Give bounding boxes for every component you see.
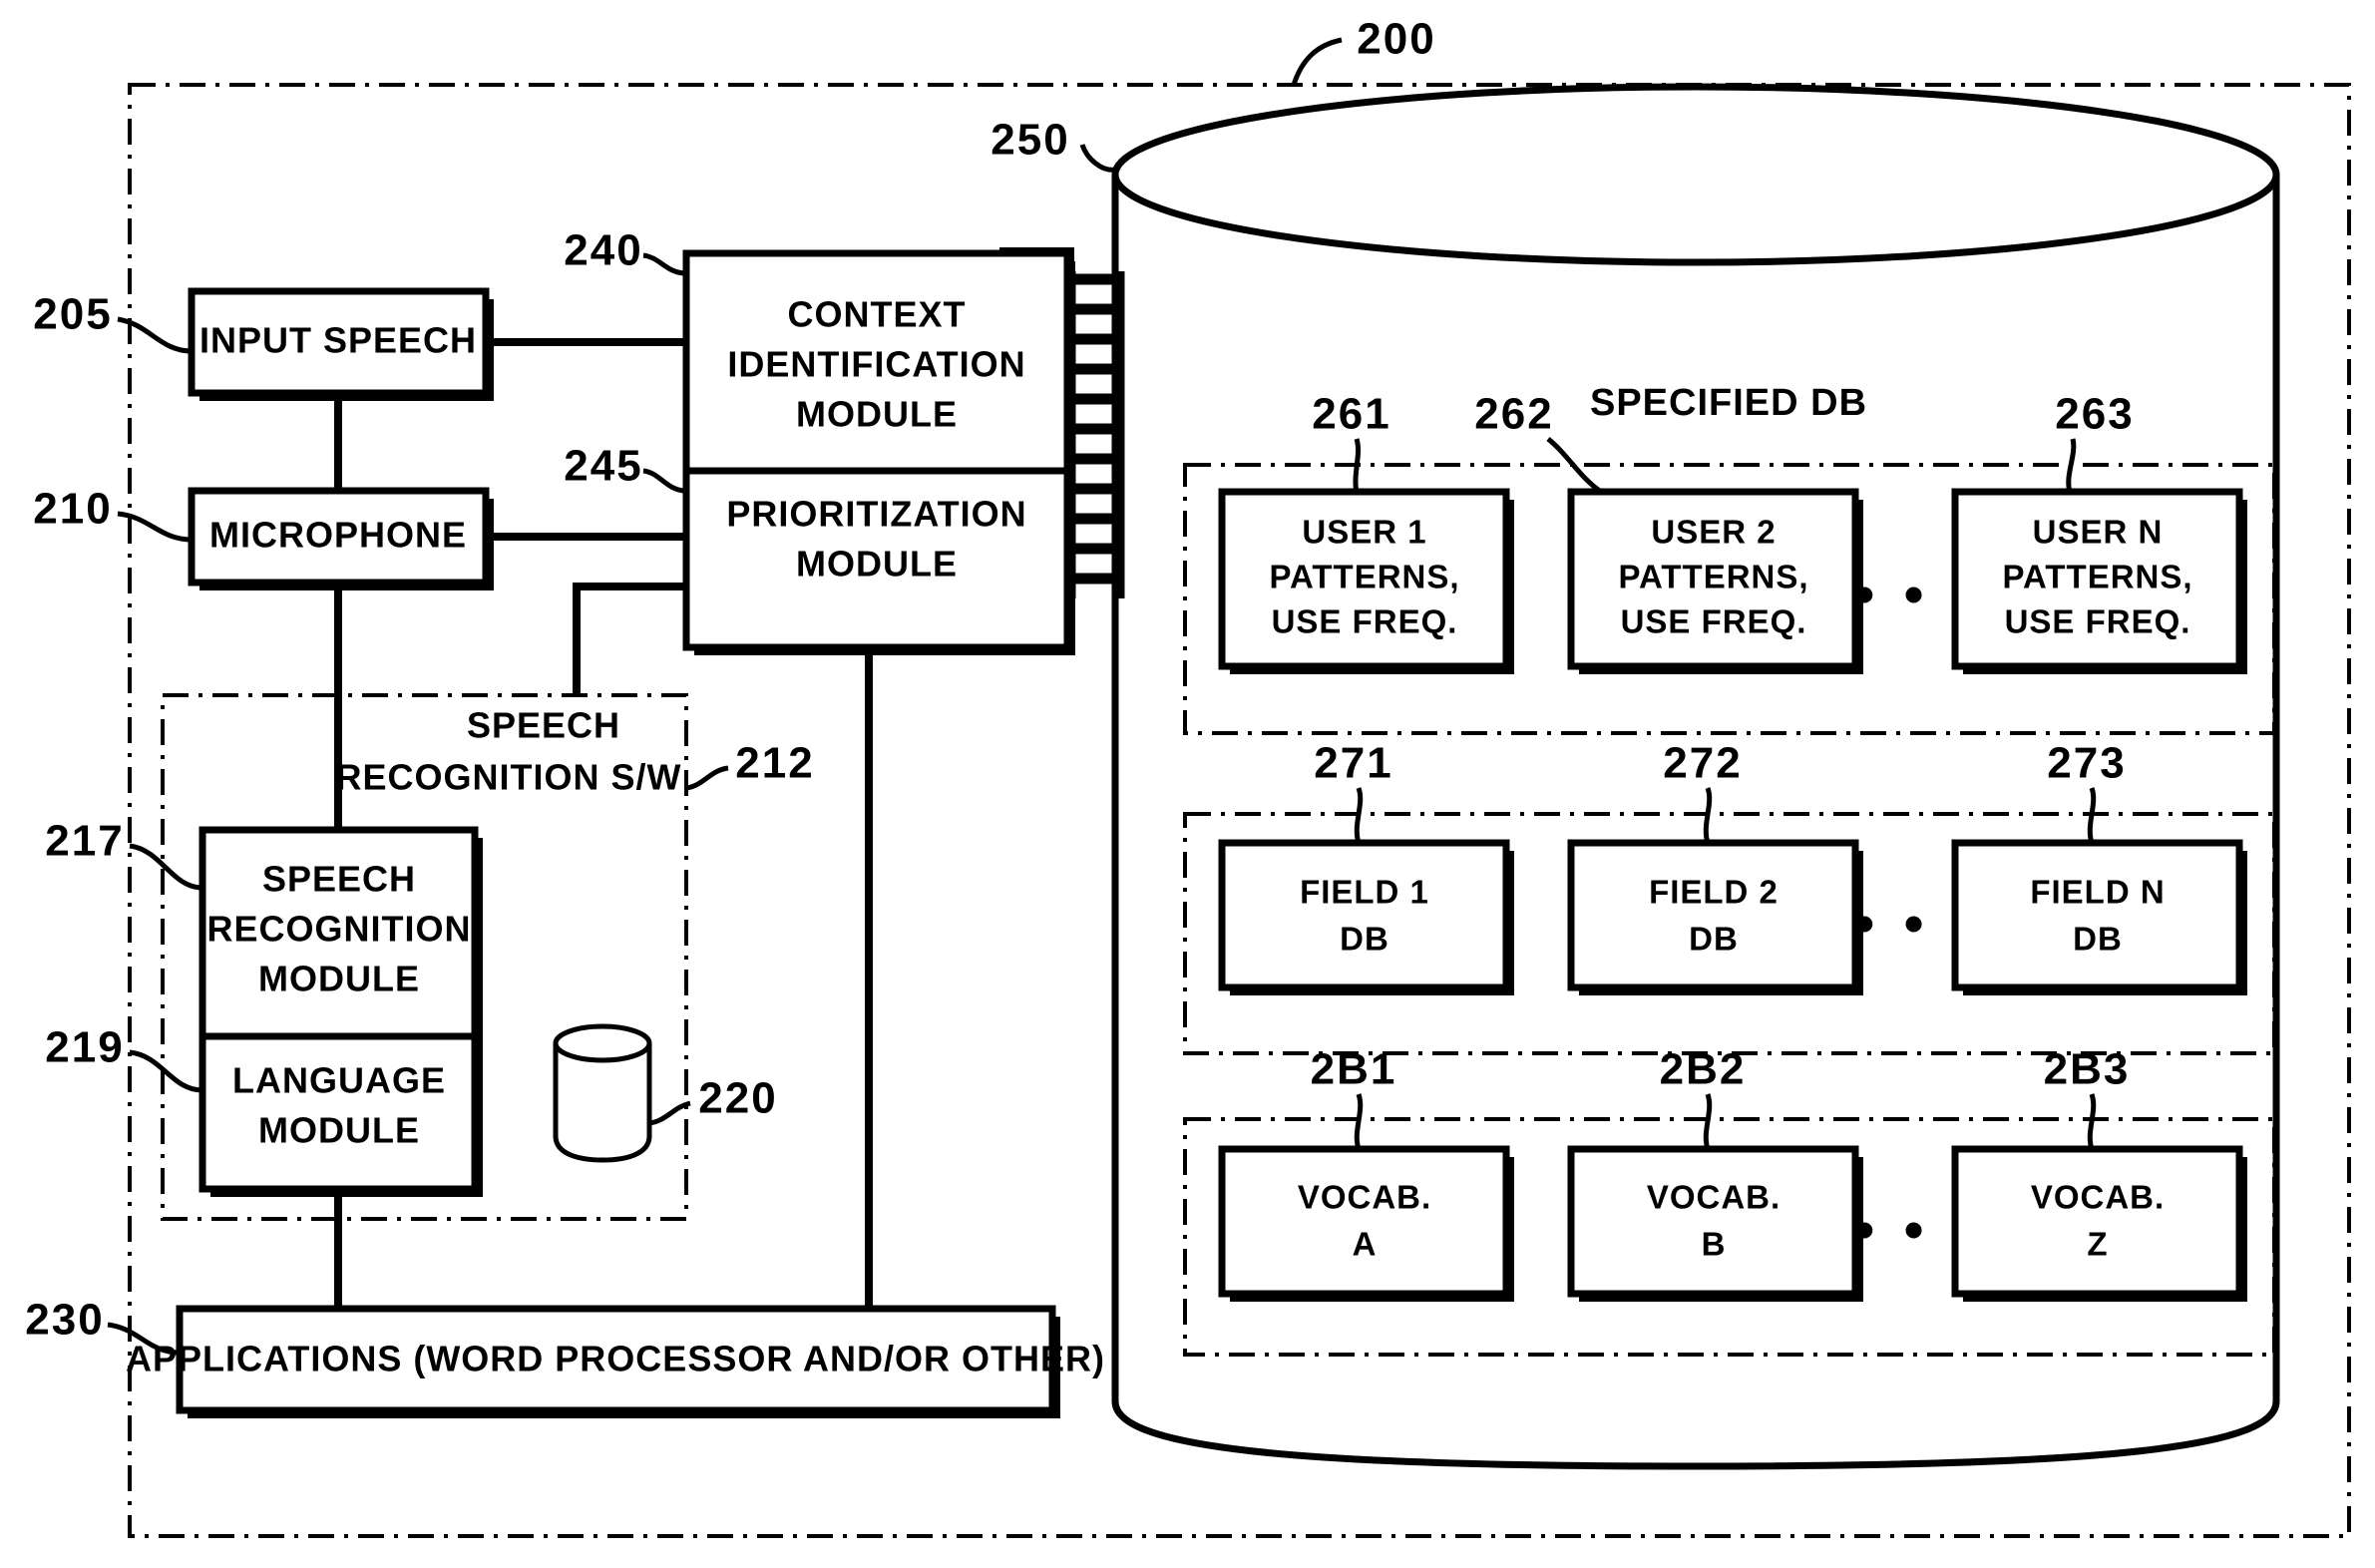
ref-250: 250 — [990, 116, 1069, 165]
vocabB-line2: B — [1702, 1226, 1727, 1263]
input-speech-label: INPUT SPEECH — [199, 320, 477, 361]
ref-271: 271 — [1314, 739, 1392, 788]
ref-2B2: 2B2 — [1660, 1045, 1747, 1094]
field-db-row: FIELD 1 DB 271 FIELD 2 DB 272 • • • FIEL… — [1183, 739, 2276, 1055]
patent-figure-canvas: 200 250 INPUT SPEECH 205 MICROPHONE 210 … — [0, 0, 2375, 1568]
ref-220-leader — [648, 1100, 691, 1126]
srm-line1: SPEECH — [262, 859, 416, 900]
language-line2: MODULE — [258, 1110, 420, 1151]
ref-210: 210 — [33, 485, 112, 534]
ref-230: 230 — [25, 1296, 104, 1345]
ref-2B1-leader — [1354, 1093, 1364, 1150]
ref-240: 240 — [564, 226, 642, 275]
ref-2B3: 2B3 — [2044, 1045, 2131, 1094]
speech-sw-line1: SPEECH — [467, 705, 620, 746]
ref-212: 212 — [735, 739, 814, 788]
ref-2B2-leader — [1703, 1093, 1713, 1150]
context-id-line2: IDENTIFICATION — [727, 344, 1025, 385]
applications-label: APPLICATIONS (WORD PROCESSOR AND/OR OTHE… — [126, 1339, 1105, 1379]
ref-240-leader — [642, 252, 687, 276]
specified-db-title: SPECIFIED DB — [1590, 382, 1867, 424]
ref-245-leader — [642, 468, 687, 494]
ref-2B1: 2B1 — [1311, 1045, 1397, 1094]
user-patterns-row: USER 1 PATTERNS, USE FREQ. 261 USER 2 PA… — [1183, 390, 2276, 735]
ref-200: 200 — [1357, 15, 1435, 64]
ref-2B3-leader — [2087, 1093, 2097, 1150]
user1-line2: PATTERNS, — [1269, 559, 1459, 595]
ref-271-leader — [1354, 787, 1364, 844]
vocabZ-line1: VOCAB. — [2031, 1179, 2165, 1216]
prioritization-line2: MODULE — [796, 544, 958, 585]
field1-line1: FIELD 1 — [1300, 874, 1429, 911]
vocabulary-row: VOCAB. A 2B1 VOCAB. B 2B2 • • • VOCAB. Z… — [1183, 1045, 2276, 1357]
ref-263-leader — [2066, 438, 2077, 493]
vocabA-line1: VOCAB. — [1298, 1179, 1431, 1216]
vocabB-line1: VOCAB. — [1647, 1179, 1781, 1216]
ref-250-leader — [1079, 144, 1116, 173]
srm-line2: RECOGNITION — [206, 909, 471, 950]
vocabA-line2: A — [1353, 1226, 1378, 1263]
ref-217: 217 — [45, 817, 124, 866]
ref-272: 272 — [1663, 739, 1742, 788]
figure-svg: 200 250 INPUT SPEECH 205 MICROPHONE 210 … — [25, 15, 2351, 1538]
ref-219: 219 — [45, 1023, 124, 1072]
fieldN-line1: FIELD N — [2030, 874, 2165, 911]
ref-220: 220 — [698, 1074, 777, 1123]
ref-212-leader — [685, 765, 729, 791]
ref-200-leader — [1291, 37, 1343, 86]
local-store-cylinder — [553, 1023, 652, 1163]
vocabA-box[interactable] — [1218, 1145, 1510, 1298]
fieldN-line2: DB — [2073, 921, 2123, 958]
user1-line3: USE FREQ. — [1272, 603, 1458, 640]
ref-273: 273 — [2047, 739, 2126, 788]
ref-272-leader — [1703, 787, 1713, 844]
field2-box[interactable] — [1567, 839, 1859, 991]
ref-219-leader — [129, 1049, 203, 1093]
vocabZ-line2: Z — [2087, 1226, 2108, 1263]
context-id-line3: MODULE — [796, 394, 958, 435]
field2-line2: DB — [1689, 921, 1739, 958]
ref-261: 261 — [1312, 390, 1390, 439]
user2-line2: PATTERNS, — [1618, 559, 1808, 595]
userN-line1: USER N — [2033, 514, 2164, 551]
ref-261-leader — [1353, 438, 1362, 493]
srm-line3: MODULE — [258, 959, 420, 999]
ref-262: 262 — [1474, 390, 1553, 439]
vocabZ-box[interactable] — [1951, 1145, 2243, 1298]
fieldN-box[interactable] — [1951, 839, 2243, 991]
userN-line3: USE FREQ. — [2005, 603, 2191, 640]
ref-205: 205 — [33, 290, 112, 339]
ref-263: 263 — [2055, 390, 2134, 439]
ref-217-leader — [129, 843, 203, 891]
language-line1: LANGUAGE — [232, 1060, 446, 1101]
user2-line3: USE FREQ. — [1621, 603, 1807, 640]
user2-line1: USER 2 — [1651, 514, 1776, 551]
ref-273-leader — [2087, 787, 2097, 844]
ref-245: 245 — [564, 442, 642, 491]
microphone-label: MICROPHONE — [209, 515, 467, 556]
speech-sw-line2: RECOGNITION S/W — [336, 757, 682, 798]
vocabB-box[interactable] — [1567, 1145, 1859, 1298]
context-id-line1: CONTEXT — [787, 294, 966, 335]
userN-line2: PATTERNS, — [2002, 559, 2192, 595]
user1-line1: USER 1 — [1302, 514, 1426, 551]
field1-box[interactable] — [1218, 839, 1510, 991]
db-cylinder-top — [1111, 83, 2280, 266]
prioritization-line1: PRIORITIZATION — [726, 494, 1026, 535]
field1-line2: DB — [1340, 921, 1389, 958]
field2-line1: FIELD 2 — [1649, 874, 1779, 911]
